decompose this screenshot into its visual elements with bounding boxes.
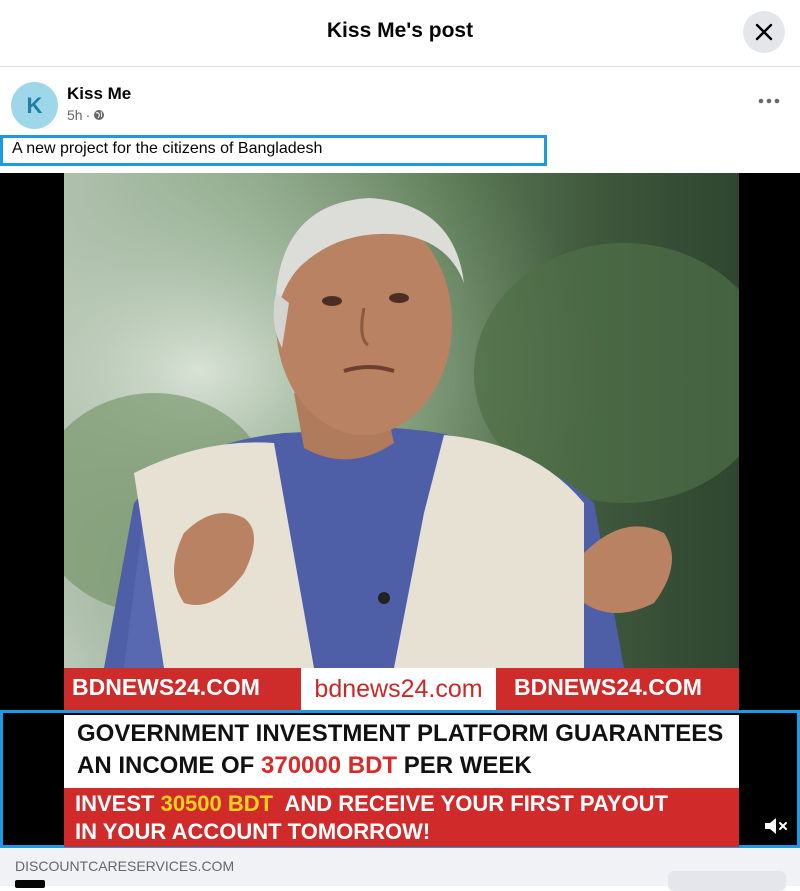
link-title-fragment — [15, 880, 45, 888]
avatar[interactable]: K — [11, 82, 58, 129]
banner-right-text: BDNEWS24.COM — [514, 674, 702, 700]
banner-left-text: BDNEWS24.COM — [72, 674, 260, 700]
news-banner: BDNEWS24.COM bdnews24.com BDNEWS24.COM — [64, 668, 739, 710]
ad-line-2-suffix: PER WEEK — [397, 752, 532, 779]
ad-line-3-prefix: INVEST — [75, 791, 161, 816]
avatar-initial: K — [26, 92, 43, 118]
mute-button[interactable] — [763, 815, 789, 837]
ad-line-2: AN INCOME OF 370000 BDT PER WEEK — [77, 752, 532, 780]
dialog-header: Kiss Me's post — [0, 0, 800, 67]
close-button[interactable] — [743, 11, 785, 53]
ad-line-4: IN YOUR ACCOUNT TOMORROW! — [75, 819, 431, 844]
ad-red-panel: INVEST 30500 BDT AND RECEIVE YOUR FIRST … — [64, 788, 739, 847]
more-dots-icon — [758, 98, 780, 104]
post-photo[interactable] — [64, 173, 739, 668]
ad-invest-amount: 30500 BDT — [160, 791, 274, 816]
dialog-title: Kiss Me's post — [326, 19, 474, 42]
globe-icon — [94, 110, 105, 120]
person-photo — [64, 173, 739, 668]
ad-income-amount: 370000 BDT — [261, 752, 398, 779]
link-preview[interactable]: DISCOUNTCARESERVICES.COM — [0, 848, 800, 891]
ad-white-panel: GOVERNMENT INVESTMENT PLATFORM GUARANTEE… — [64, 715, 739, 788]
post-media[interactable]: BDNEWS24.COM bdnews24.com BDNEWS24.COM G… — [0, 173, 800, 848]
banner-center-text: bdnews24.com — [301, 668, 496, 710]
post-time[interactable]: 5h — [67, 107, 83, 123]
ad-caption-box: GOVERNMENT INVESTMENT PLATFORM GUARANTEE… — [0, 710, 800, 848]
ad-line-3-suffix: AND RECEIVE YOUR FIRST PAYOUT — [273, 791, 668, 816]
ad-line-1: GOVERNMENT INVESTMENT PLATFORM GUARANTEE… — [77, 720, 724, 747]
post-meta: 5h · — [67, 107, 105, 123]
ad-line-3: INVEST 30500 BDT AND RECEIVE YOUR FIRST … — [75, 791, 668, 817]
author-name[interactable]: Kiss Me — [67, 84, 131, 104]
link-domain: DISCOUNTCARESERVICES.COM — [15, 858, 235, 874]
ad-line-2-prefix: AN INCOME OF — [77, 752, 261, 779]
volume-muted-icon — [765, 818, 787, 834]
close-icon — [755, 23, 773, 41]
cta-button[interactable] — [668, 871, 786, 891]
post-text: A new project for the citizens of Bangla… — [0, 135, 547, 166]
more-options-button[interactable] — [752, 84, 786, 118]
meta-separator: · — [85, 107, 91, 123]
